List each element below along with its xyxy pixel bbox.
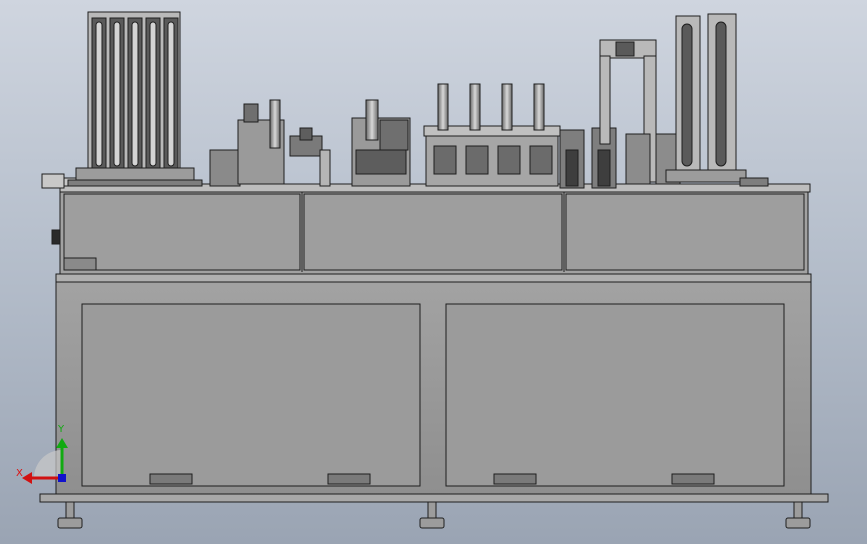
door-handle	[493, 473, 537, 485]
station-1	[209, 99, 331, 187]
enclosure-window-left	[63, 193, 301, 271]
door-handle	[671, 473, 715, 485]
door-handle	[149, 473, 193, 485]
left-magazine	[67, 11, 203, 187]
enclosure-window-middle	[303, 193, 563, 271]
left-door-panel	[81, 303, 421, 487]
axis-triad	[22, 438, 68, 484]
leveling-feet	[57, 501, 811, 529]
side-knob	[51, 229, 61, 245]
right-door-panel	[445, 303, 785, 487]
cad-viewport[interactable]: X Y	[0, 0, 867, 544]
x-axis-label: X	[16, 468, 23, 479]
station-2	[351, 99, 411, 187]
lower-cabinet	[39, 273, 829, 503]
upper-enclosure	[51, 183, 811, 275]
machine-model	[22, 11, 829, 529]
z-axis-marker	[58, 474, 66, 482]
y-axis-label: Y	[58, 424, 65, 435]
base-plate	[39, 493, 829, 503]
right-magazine	[665, 13, 769, 187]
enclosure-window-right	[565, 193, 805, 271]
press-station	[423, 83, 561, 187]
door-handle	[327, 473, 371, 485]
left-infeed	[41, 173, 65, 189]
